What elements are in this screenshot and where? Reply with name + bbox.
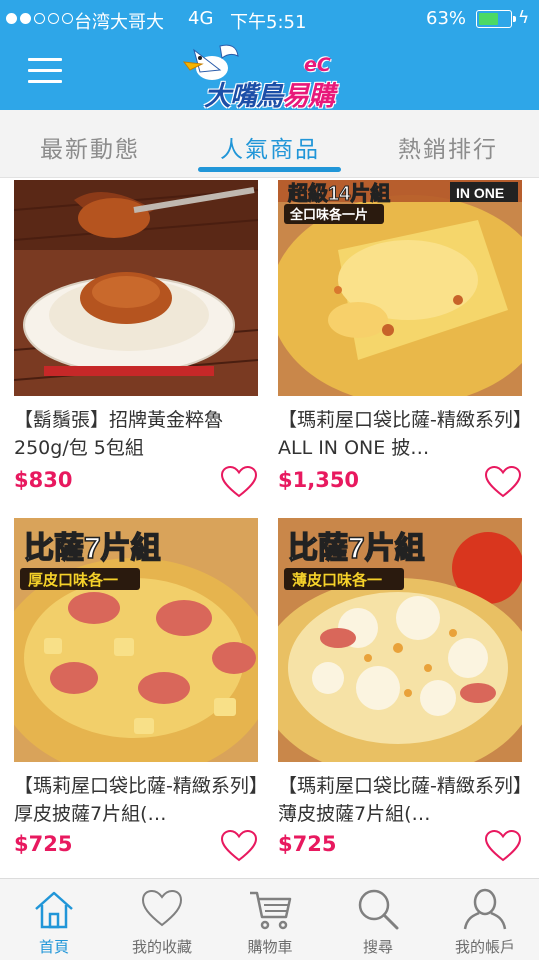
product-image[interactable]: [14, 180, 258, 396]
battery-percentage: 63%: [426, 8, 467, 29]
heart-icon: [141, 889, 183, 927]
app-header: eC 大嘴鳥易購: [0, 38, 539, 112]
product-card[interactable]: 超級14片組 IN ONE 全口味各一片 【瑪莉屋口袋比薩-精緻系列】ALL I…: [278, 180, 528, 500]
product-grid: 【鬍鬚張】招牌黃金粹魯250g/包 5包組 $830 超級14片組 IN ONE: [0, 178, 539, 878]
nav-label: 我的收藏: [131, 938, 192, 956]
nav-favorites[interactable]: 我的收藏: [108, 879, 216, 961]
favorite-heart-icon[interactable]: [484, 465, 522, 499]
product-title[interactable]: 【瑪莉屋口袋比薩-精緻系列】厚皮披薩7片組(…: [14, 772, 264, 828]
favorite-heart-icon[interactable]: [484, 829, 522, 863]
search-icon: [358, 889, 399, 930]
cart-icon: [250, 891, 292, 930]
product-card[interactable]: 比薩7片組 薄皮口味各一 【瑪莉屋口袋比薩-精緻系列】薄皮披薩7片組(… $72…: [278, 518, 528, 862]
status-bar: 台湾大哥大 4G 下午5:51 63% ϟ: [0, 0, 539, 38]
product-image[interactable]: 比薩7片組 厚皮口味各一: [14, 518, 258, 762]
charging-icon: ϟ: [518, 8, 530, 28]
nav-label: 購物車: [247, 938, 293, 956]
bottom-tab-bar: 首頁 我的收藏 購物車 搜尋 我的帳戶: [0, 878, 539, 960]
product-card[interactable]: 【鬍鬚張】招牌黃金粹魯250g/包 5包組 $830: [14, 180, 264, 500]
logo-ec-mark: eC: [304, 54, 331, 76]
battery-icon: [476, 10, 516, 28]
favorite-heart-icon[interactable]: [220, 465, 258, 499]
nav-label: 首頁: [38, 938, 69, 956]
product-price: $830: [14, 468, 73, 492]
promo-subtitle: 薄皮口味各一: [292, 571, 382, 589]
tab-popular-products[interactable]: 人氣商品: [220, 130, 320, 164]
nav-cart[interactable]: 購物車: [216, 879, 324, 961]
favorite-heart-icon[interactable]: [220, 829, 258, 863]
home-icon: [35, 891, 73, 929]
product-price: $1,350: [278, 468, 360, 492]
promo-banner-sub: IN ONE: [456, 185, 504, 201]
category-tabs: 最新動態 人氣商品 熱銷排行: [0, 110, 539, 178]
nav-account[interactable]: 我的帳戶: [431, 879, 539, 961]
nav-home[interactable]: 首頁: [0, 879, 108, 961]
product-title[interactable]: 【瑪莉屋口袋比薩-精緻系列】ALL IN ONE 披…: [278, 406, 528, 462]
product-price: $725: [14, 832, 73, 856]
carrier-name: 台湾大哥大: [74, 12, 164, 33]
hamburger-menu-icon[interactable]: [28, 58, 62, 86]
nav-label: 我的帳戶: [454, 938, 515, 956]
logo-text: 大嘴鳥易購: [204, 81, 335, 112]
product-title[interactable]: 【鬍鬚張】招牌黃金粹魯250g/包 5包組: [14, 406, 264, 462]
product-card[interactable]: 比薩7片組 厚皮口味各一 【瑪莉屋口袋比薩-精緻系列】厚皮披薩7片組(… $72…: [14, 518, 264, 862]
nav-label: 搜尋: [362, 938, 393, 956]
product-price: $725: [278, 832, 337, 856]
account-icon: [463, 888, 507, 930]
promo-subtitle: 全口味各一片: [289, 207, 368, 222]
tab-best-sellers[interactable]: 熱銷排行: [398, 130, 498, 164]
app-logo[interactable]: eC 大嘴鳥易購: [176, 40, 366, 112]
promo-banner: 比薩7片組: [288, 531, 425, 565]
active-tab-indicator: [198, 167, 341, 172]
promo-banner: 超級14片組: [287, 181, 390, 205]
promo-subtitle: 厚皮口味各一: [28, 571, 118, 589]
product-image[interactable]: 比薩7片組 薄皮口味各一: [278, 518, 522, 762]
network-type: 4G: [188, 8, 214, 29]
status-time: 下午5:51: [230, 12, 307, 33]
product-title[interactable]: 【瑪莉屋口袋比薩-精緻系列】薄皮披薩7片組(…: [278, 772, 528, 828]
nav-search[interactable]: 搜尋: [324, 879, 432, 961]
signal-strength-icon: [6, 13, 73, 24]
tab-latest-news[interactable]: 最新動態: [40, 130, 140, 164]
promo-banner: 比薩7片組: [24, 531, 161, 565]
product-image[interactable]: 超級14片組 IN ONE 全口味各一片: [278, 180, 522, 396]
